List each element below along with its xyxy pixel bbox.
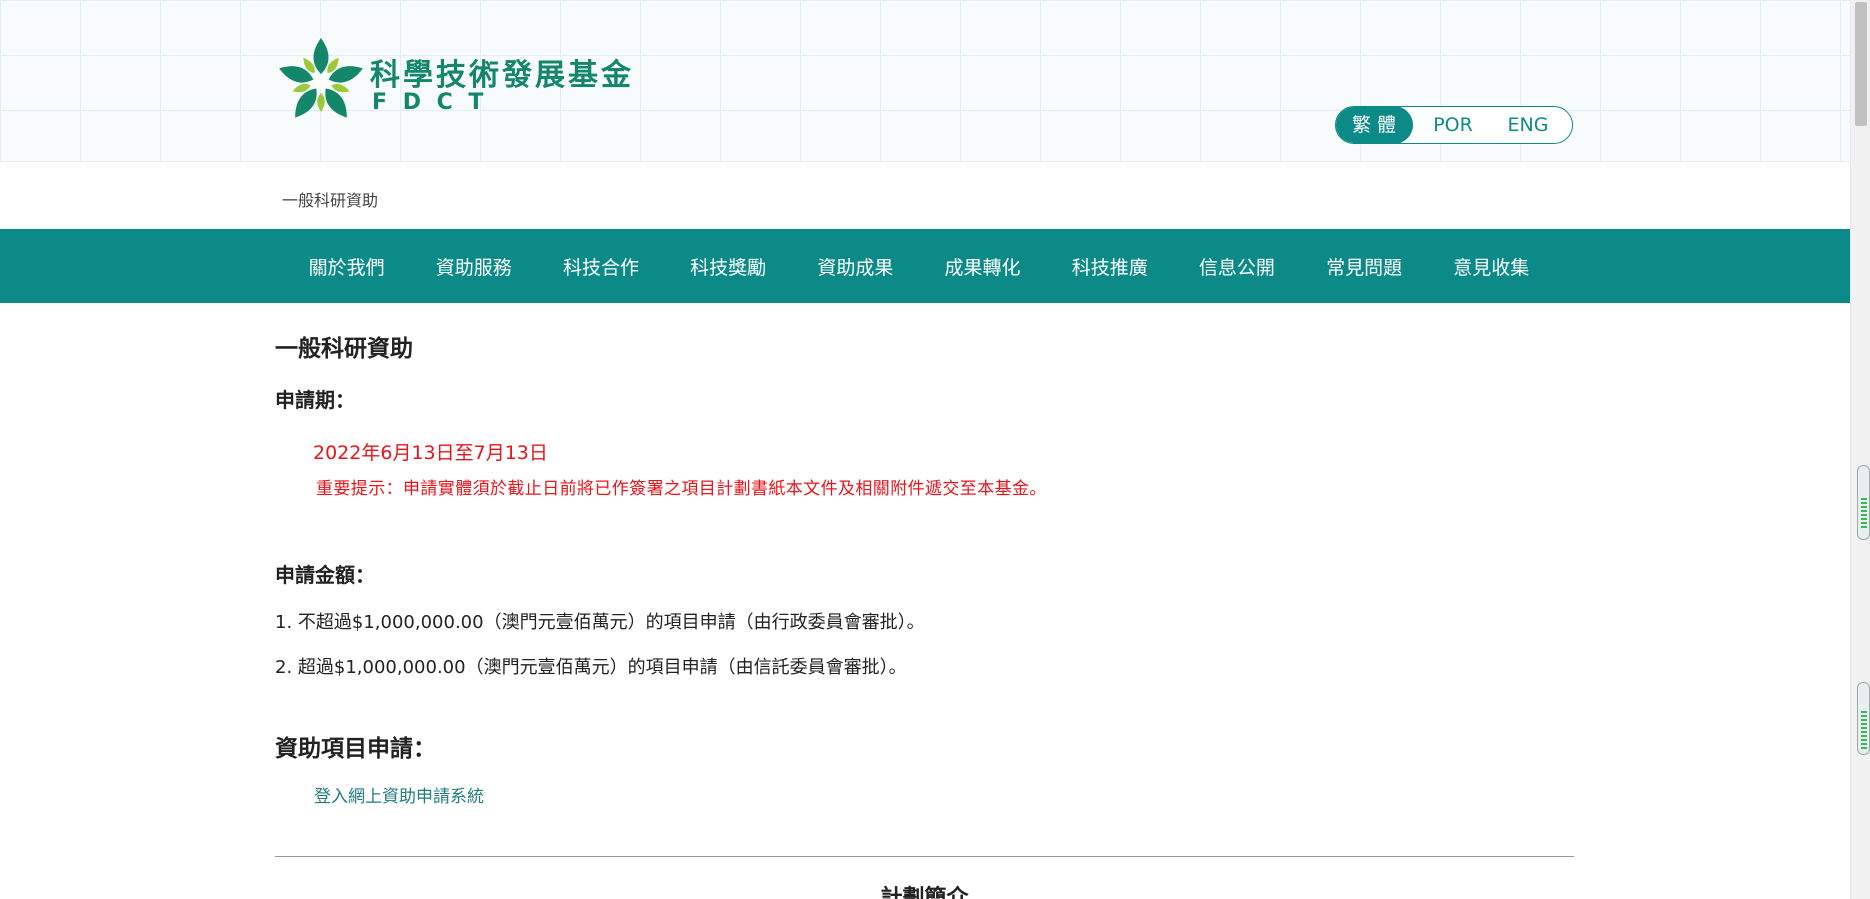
application-amount-label: 申請金額： <box>275 563 375 587</box>
page: 科學技術發展基金 F D C T 繁 體 POR ENG 一般科研資助 關於我們… <box>0 0 1870 899</box>
breadcrumb[interactable]: 一般科研資助 <box>282 187 378 211</box>
nav-item-feedback[interactable]: 意見收集 <box>1428 253 1555 280</box>
scrollbar-thumb[interactable] <box>1855 2 1867 126</box>
nav-item-about[interactable]: 關於我們 <box>283 253 410 280</box>
nav-item-awards[interactable]: 科技獎勵 <box>665 253 792 280</box>
side-widget-bottom[interactable] <box>1857 682 1870 755</box>
application-important-notice: 重要提示：申請實體須於截止日前將已作簽署之項目計劃書紙本文件及相關附件遞交至本基… <box>316 479 1047 499</box>
section-divider <box>275 856 1574 857</box>
application-section-title: 資助項目申請： <box>275 736 436 762</box>
online-application-login-link[interactable]: 登入網上資助申請系統 <box>314 782 484 807</box>
page-scrollbar[interactable] <box>1850 0 1870 899</box>
language-switcher: 繁 體 POR ENG <box>1335 106 1573 144</box>
amount-line-2: 2. 超過$1,000,000.00（澳門元壹佰萬元）的項目申請（由信託委員會審… <box>275 657 907 678</box>
main-nav: 關於我們 資助服務 科技合作 科技獎勵 資助成果 成果轉化 科技推廣 信息公開 … <box>0 229 1850 303</box>
program-intro-title: 計劃簡介 <box>880 886 969 899</box>
nav-item-cooperation[interactable]: 科技合作 <box>537 253 664 280</box>
lang-portuguese-button[interactable]: POR <box>1413 107 1493 143</box>
lang-english-button[interactable]: ENG <box>1493 107 1563 143</box>
nav-item-faq[interactable]: 常見問題 <box>1301 253 1428 280</box>
nav-item-transfer[interactable]: 成果轉化 <box>919 253 1046 280</box>
lang-traditional-chinese-button[interactable]: 繁 體 <box>1336 107 1413 143</box>
fdct-logo[interactable]: 科學技術發展基金 F D C T <box>275 36 635 128</box>
main-nav-list: 關於我們 資助服務 科技合作 科技獎勵 資助成果 成果轉化 科技推廣 信息公開 … <box>283 229 1555 303</box>
nav-item-results[interactable]: 資助成果 <box>792 253 919 280</box>
fdct-star-logo-icon <box>279 38 363 118</box>
logo-english-abbr: F D C T <box>372 90 488 115</box>
nav-item-promotion[interactable]: 科技推廣 <box>1046 253 1173 280</box>
page-title: 一般科研資助 <box>275 336 413 362</box>
nav-item-information[interactable]: 信息公開 <box>1173 253 1300 280</box>
amount-line-1: 1. 不超過$1,000,000.00（澳門元壹佰萬元）的項目申請（由行政委員會… <box>275 612 925 633</box>
application-period-label: 申請期： <box>275 388 355 412</box>
nav-item-funding-services[interactable]: 資助服務 <box>410 253 537 280</box>
logo-chinese-name: 科學技術發展基金 <box>370 58 634 93</box>
application-period-date: 2022年6月13日至7月13日 <box>313 442 548 464</box>
site-header: 科學技術發展基金 F D C T 繁 體 POR ENG <box>0 0 1850 162</box>
side-widget-top[interactable] <box>1857 465 1870 540</box>
